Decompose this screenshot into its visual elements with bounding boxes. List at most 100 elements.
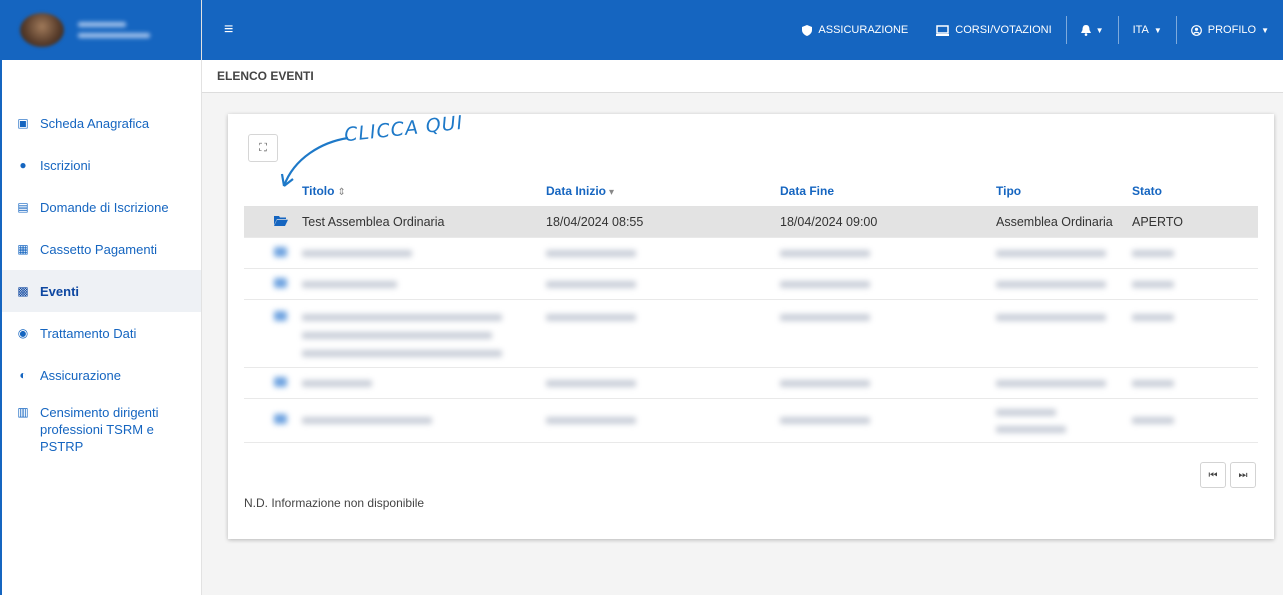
calendar-icon: ▩: [17, 284, 29, 298]
cell-redacted: [1124, 299, 1258, 368]
sidebar-item-label: Censimento dirigenti professioni TSRM e …: [40, 405, 159, 454]
cell-redacted: [988, 268, 1124, 300]
chevron-down-icon: ▼: [1261, 25, 1269, 35]
sidebar-item-trattamento-dati[interactable]: ◉ Trattamento Dati: [2, 312, 201, 354]
topbar-actions: ASSICURAZIONE CORSI/VOTAZIONI ▼ ITA ▼ PR…: [788, 0, 1283, 60]
column-header-label: Titolo: [302, 183, 335, 198]
cell-redacted: [1124, 237, 1258, 269]
cell-redacted: [772, 268, 988, 300]
menu-icon[interactable]: ≡: [224, 21, 233, 39]
pagination: ⏮ ⏭: [1200, 462, 1256, 488]
sidebar-item-eventi[interactable]: ▩ Eventi: [2, 270, 201, 312]
cell-redacted: [538, 367, 772, 399]
column-header-data-fine[interactable]: Data Fine: [772, 176, 988, 207]
cell-redacted: [294, 237, 538, 269]
column-header-data-inizio[interactable]: Data Inizio ▾: [538, 176, 772, 207]
column-header-tipo[interactable]: Tipo: [988, 176, 1124, 207]
cell-redacted: [538, 299, 772, 368]
table-row[interactable]: [244, 299, 1258, 368]
folder-icon[interactable]: [244, 299, 294, 368]
user-circle-icon: [1190, 24, 1202, 36]
column-header-titolo[interactable]: Titolo ⇕: [294, 176, 538, 207]
clipboard-icon: ▥: [17, 405, 29, 419]
profile-dropdown[interactable]: PROFILO ▼: [1177, 0, 1283, 60]
annotation-text: CLICCA QUI: [343, 111, 465, 147]
form-icon: ▤: [17, 200, 29, 214]
folder-icon[interactable]: [244, 268, 294, 300]
cell-redacted: [294, 398, 538, 443]
events-card: ⛶ CLICCA QUI Titolo ⇕ Data Inizio ▾ Data F…: [228, 111, 1274, 539]
sidebar-item-label: Trattamento Dati: [40, 325, 137, 341]
sidebar-item-cassetto-pagamenti[interactable]: ▦ Cassetto Pagamenti: [2, 228, 201, 270]
cell-redacted: [772, 367, 988, 399]
last-page-button[interactable]: ⏭: [1230, 462, 1256, 488]
cell-redacted: [772, 299, 988, 368]
assicurazione-link[interactable]: ASSICURAZIONE: [788, 0, 922, 60]
icon-column-header: [244, 176, 294, 207]
sidebar-item-domande-iscrizione[interactable]: ▤ Domande di Iscrizione: [2, 186, 201, 228]
sidebar-item-label: Domande di Iscrizione: [40, 199, 169, 215]
column-header-label: Tipo: [996, 183, 1022, 198]
sidebar-item-scheda-anagrafica[interactable]: ▣ Scheda Anagrafica: [2, 102, 201, 144]
profile-label: PROFILO: [1207, 24, 1257, 36]
sidebar-item-iscrizioni[interactable]: ● Iscrizioni: [2, 144, 201, 186]
cell-redacted: [294, 268, 538, 300]
corsi-votazioni-label: CORSI/VOTAZIONI: [955, 24, 1052, 36]
sidebar-item-label: Assicurazione: [40, 367, 121, 383]
language-label: ITA: [1132, 24, 1149, 36]
cell-redacted: [294, 299, 538, 368]
first-page-button[interactable]: ⏮: [1200, 462, 1226, 488]
sidebar-item-assicurazione[interactable]: ◐ Assicurazione: [2, 354, 201, 396]
expand-icon: ⛶: [259, 141, 267, 154]
footer-note: N.D. Informazione non disponibile: [244, 496, 425, 510]
notifications-dropdown[interactable]: ▼: [1067, 0, 1118, 60]
sort-icon: ⇕: [337, 186, 346, 198]
id-card-icon: ▣: [17, 116, 29, 130]
column-header-stato[interactable]: Stato: [1124, 176, 1258, 207]
cell-tipo: Assemblea Ordinaria: [988, 206, 1124, 238]
sidebar-item-censimento[interactable]: ▥ Censimento dirigenti professioni TSRM …: [2, 396, 201, 455]
cell-redacted: [1124, 398, 1258, 443]
folder-icon[interactable]: [244, 398, 294, 443]
cell-titolo: Test Assemblea Ordinaria: [294, 206, 538, 238]
avatar[interactable]: [20, 13, 64, 47]
sidebar-item-label: Eventi: [40, 283, 80, 299]
corsi-votazioni-link[interactable]: CORSI/VOTAZIONI: [922, 0, 1065, 60]
document-icon: ▦: [17, 242, 29, 256]
shield-icon: ◐: [19, 368, 27, 382]
page-title: ELENCO EVENTI: [202, 60, 1283, 93]
open-folder-icon[interactable]: [244, 206, 294, 238]
eye-icon: ◉: [17, 326, 29, 340]
cell-redacted: [988, 367, 1124, 399]
table-row[interactable]: Test Assemblea Ordinaria 18/04/2024 08:5…: [244, 206, 1258, 238]
cell-redacted: [1124, 268, 1258, 300]
cell-redacted: [988, 299, 1124, 368]
language-dropdown[interactable]: ITA ▼: [1119, 0, 1176, 60]
table-row[interactable]: [244, 268, 1258, 300]
sidebar-nav: ▣ Scheda Anagrafica ● Iscrizioni ▤ Doman…: [2, 102, 201, 455]
bell-icon: [1080, 24, 1091, 36]
table-row[interactable]: [244, 237, 1258, 269]
user-box[interactable]: [2, 0, 201, 60]
assicurazione-label: ASSICURAZIONE: [818, 24, 909, 36]
cell-data-inizio: 18/04/2024 08:55: [538, 206, 772, 238]
sidebar-item-label: Scheda Anagrafica: [40, 115, 150, 131]
cell-redacted: [772, 398, 988, 443]
cell-redacted: [538, 268, 772, 300]
chevron-down-icon: ▼: [1095, 25, 1104, 35]
column-header-label: Data Fine: [780, 183, 835, 198]
course-icon: [936, 24, 950, 36]
column-header-label: Data Inizio: [546, 183, 607, 198]
table-row[interactable]: [244, 398, 1258, 443]
folder-icon[interactable]: [244, 237, 294, 269]
folder-icon[interactable]: [244, 367, 294, 399]
user-icon: ●: [19, 158, 27, 172]
table-row[interactable]: [244, 367, 1258, 399]
cell-data-fine: 18/04/2024 09:00: [772, 206, 988, 238]
chevron-down-icon: ▼: [1153, 25, 1162, 35]
table-header-row: Titolo ⇕ Data Inizio ▾ Data Fine Tipo Stat…: [244, 176, 1258, 207]
events-table: Titolo ⇕ Data Inizio ▾ Data Fine Tipo Stat…: [244, 176, 1258, 443]
cell-redacted: [294, 367, 538, 399]
cell-stato: APERTO: [1124, 206, 1258, 238]
cell-redacted: [1124, 367, 1258, 399]
